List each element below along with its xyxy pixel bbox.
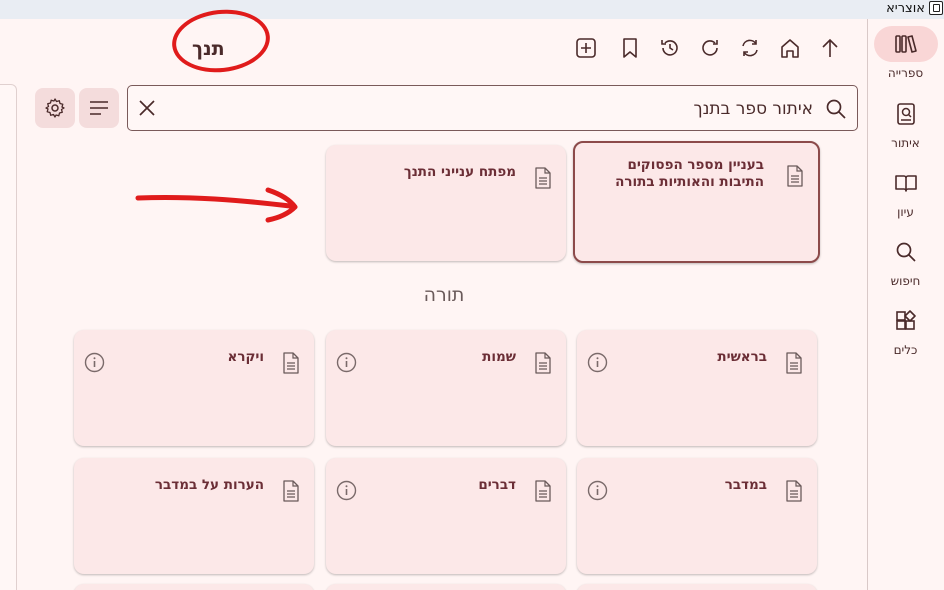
- card-title: שמות: [482, 349, 516, 365]
- info-icon[interactable]: [336, 352, 357, 377]
- app-icon: [929, 1, 943, 15]
- section-title: תורה: [423, 284, 465, 306]
- document-icon: [785, 352, 803, 378]
- rail-label: איתור: [891, 136, 920, 150]
- rail-label: כלים: [893, 343, 918, 357]
- bookmark-button[interactable]: [618, 36, 642, 60]
- book-card-verses-count[interactable]: בעניין מספר הפסוקים התיבות והאותיות בתור…: [573, 141, 820, 263]
- home-icon: [781, 39, 799, 58]
- book-card-partial[interactable]: [577, 584, 817, 590]
- home-button[interactable]: [778, 36, 802, 60]
- info-icon[interactable]: [336, 480, 357, 505]
- info-icon[interactable]: [84, 352, 105, 377]
- document-icon: [785, 480, 803, 506]
- rail-label: חיפוש: [890, 274, 921, 288]
- close-icon[interactable]: [137, 98, 157, 122]
- book-card[interactable]: הערות על במדבר: [74, 458, 314, 574]
- book-card-partial[interactable]: [74, 584, 314, 590]
- document-icon: [534, 480, 552, 506]
- add-button[interactable]: [574, 36, 598, 60]
- card-title: במדבר: [724, 477, 767, 493]
- up-button[interactable]: [818, 36, 842, 60]
- history-icon: [661, 40, 678, 56]
- gear-icon: [45, 98, 65, 118]
- refresh-icon: [702, 40, 718, 56]
- rail-label: עיון: [897, 205, 914, 219]
- book-card[interactable]: שמות: [326, 330, 566, 446]
- side-panel-edge: [0, 84, 17, 590]
- book-card[interactable]: ויקרא: [74, 330, 314, 446]
- info-icon[interactable]: [587, 480, 608, 505]
- book-card[interactable]: דברים: [326, 458, 566, 574]
- library-icon: [873, 26, 938, 62]
- card-title: בראשית: [717, 349, 767, 365]
- search-box[interactable]: [127, 85, 858, 131]
- refresh-button[interactable]: [698, 36, 722, 60]
- annotation-arrow: [135, 187, 298, 223]
- book-card[interactable]: במדבר: [577, 458, 817, 574]
- card-title: מפתח ענייני התנך: [403, 164, 516, 180]
- info-icon[interactable]: [587, 352, 608, 377]
- tools-icon: [874, 303, 938, 339]
- up-arrow-icon: [822, 38, 838, 57]
- sort-lines-icon: [90, 101, 108, 115]
- rail-label: ספרייה: [887, 66, 924, 80]
- history-button[interactable]: [658, 36, 682, 60]
- search-icon: [874, 234, 938, 270]
- search-input[interactable]: [193, 96, 813, 122]
- rail-item-library[interactable]: ספרייה: [867, 26, 944, 80]
- rail-item-study[interactable]: עיון: [867, 165, 944, 219]
- rail-item-find[interactable]: איתור: [867, 96, 944, 150]
- card-title: ויקרא: [227, 349, 264, 365]
- sync-button[interactable]: [738, 36, 762, 60]
- book-card-index[interactable]: מפתח ענייני התנך: [326, 145, 566, 261]
- rail-item-search[interactable]: חיפוש: [867, 234, 944, 288]
- document-icon: [534, 167, 552, 193]
- find-book-icon: [874, 96, 938, 132]
- sort-button[interactable]: [79, 88, 119, 128]
- card-title: דברים: [478, 477, 516, 493]
- book-open-icon: [874, 165, 938, 201]
- document-icon: [282, 352, 300, 378]
- book-card-partial[interactable]: [326, 584, 566, 590]
- settings-button[interactable]: [35, 88, 75, 128]
- add-icon: [576, 38, 596, 58]
- document-icon: [282, 480, 300, 506]
- book-card[interactable]: בראשית: [577, 330, 817, 446]
- search-icon[interactable]: [825, 98, 847, 124]
- navigation-rail: ספרייה איתור עיון חיפוש כלים: [867, 19, 944, 590]
- sync-icon: [742, 39, 758, 57]
- bookmark-icon: [623, 38, 637, 58]
- card-title: בעניין מספר הפסוקים התיבות והאותיות בתור…: [615, 157, 764, 190]
- document-icon: [534, 352, 552, 378]
- rail-item-tools[interactable]: כלים: [867, 303, 944, 357]
- card-title: הערות על במדבר: [154, 477, 264, 493]
- title-bar: אוצריא: [0, 0, 944, 19]
- document-icon: [786, 165, 804, 191]
- window-title: אוצריא: [886, 1, 925, 16]
